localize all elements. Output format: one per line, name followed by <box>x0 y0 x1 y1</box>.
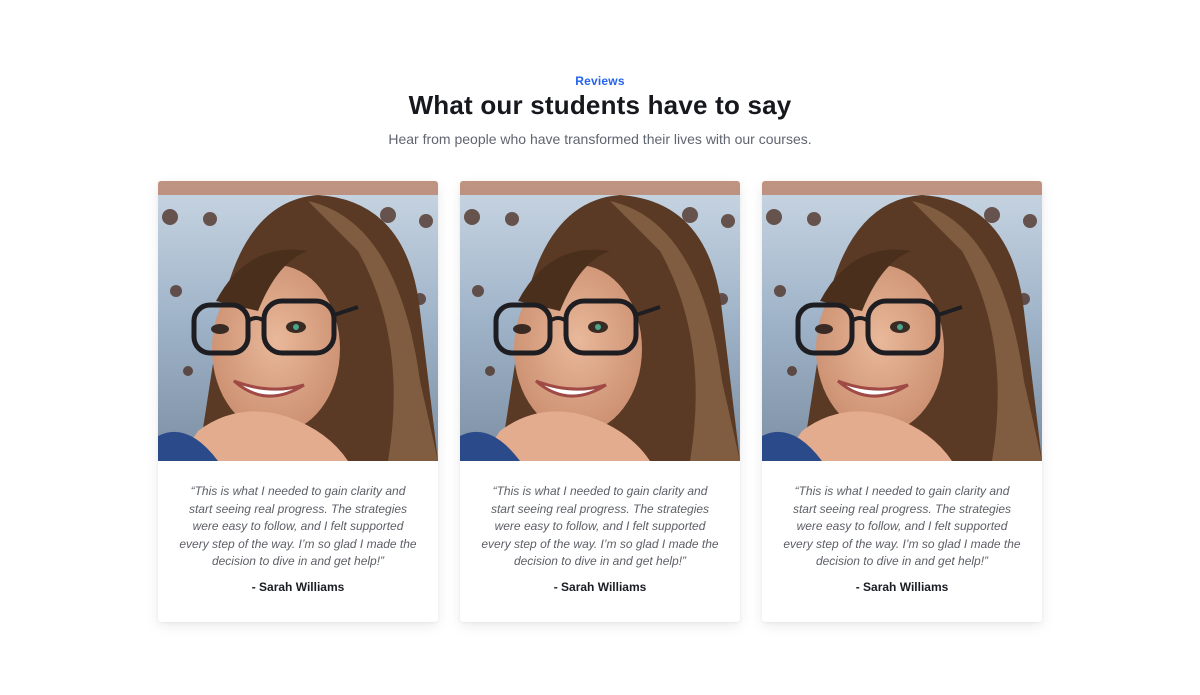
review-card: “This is what I needed to gain clarity a… <box>460 181 740 622</box>
student-photo <box>158 181 438 461</box>
section-eyebrow: Reviews <box>575 74 625 88</box>
section-subtitle: Hear from people who have transformed th… <box>388 131 812 147</box>
review-author: - Sarah Williams <box>553 579 647 594</box>
review-card: “This is what I needed to gain clarity a… <box>158 181 438 622</box>
section-title: What our students have to say <box>408 90 792 120</box>
review-card: “This is what I needed to gain clarity a… <box>762 181 1042 622</box>
student-photo <box>460 181 740 461</box>
review-quote: “This is what I needed to gain clarity a… <box>481 484 719 568</box>
review-quote: “This is what I needed to gain clarity a… <box>179 484 417 568</box>
review-cards: “This is what I needed to gain clarity a… <box>158 181 1042 622</box>
reviews-section: Reviews What our students have to say He… <box>0 0 1200 695</box>
review-quote: “This is what I needed to gain clarity a… <box>783 484 1021 568</box>
review-author: - Sarah Williams <box>855 579 949 594</box>
review-author: - Sarah Williams <box>251 579 345 594</box>
student-photo <box>762 181 1042 461</box>
